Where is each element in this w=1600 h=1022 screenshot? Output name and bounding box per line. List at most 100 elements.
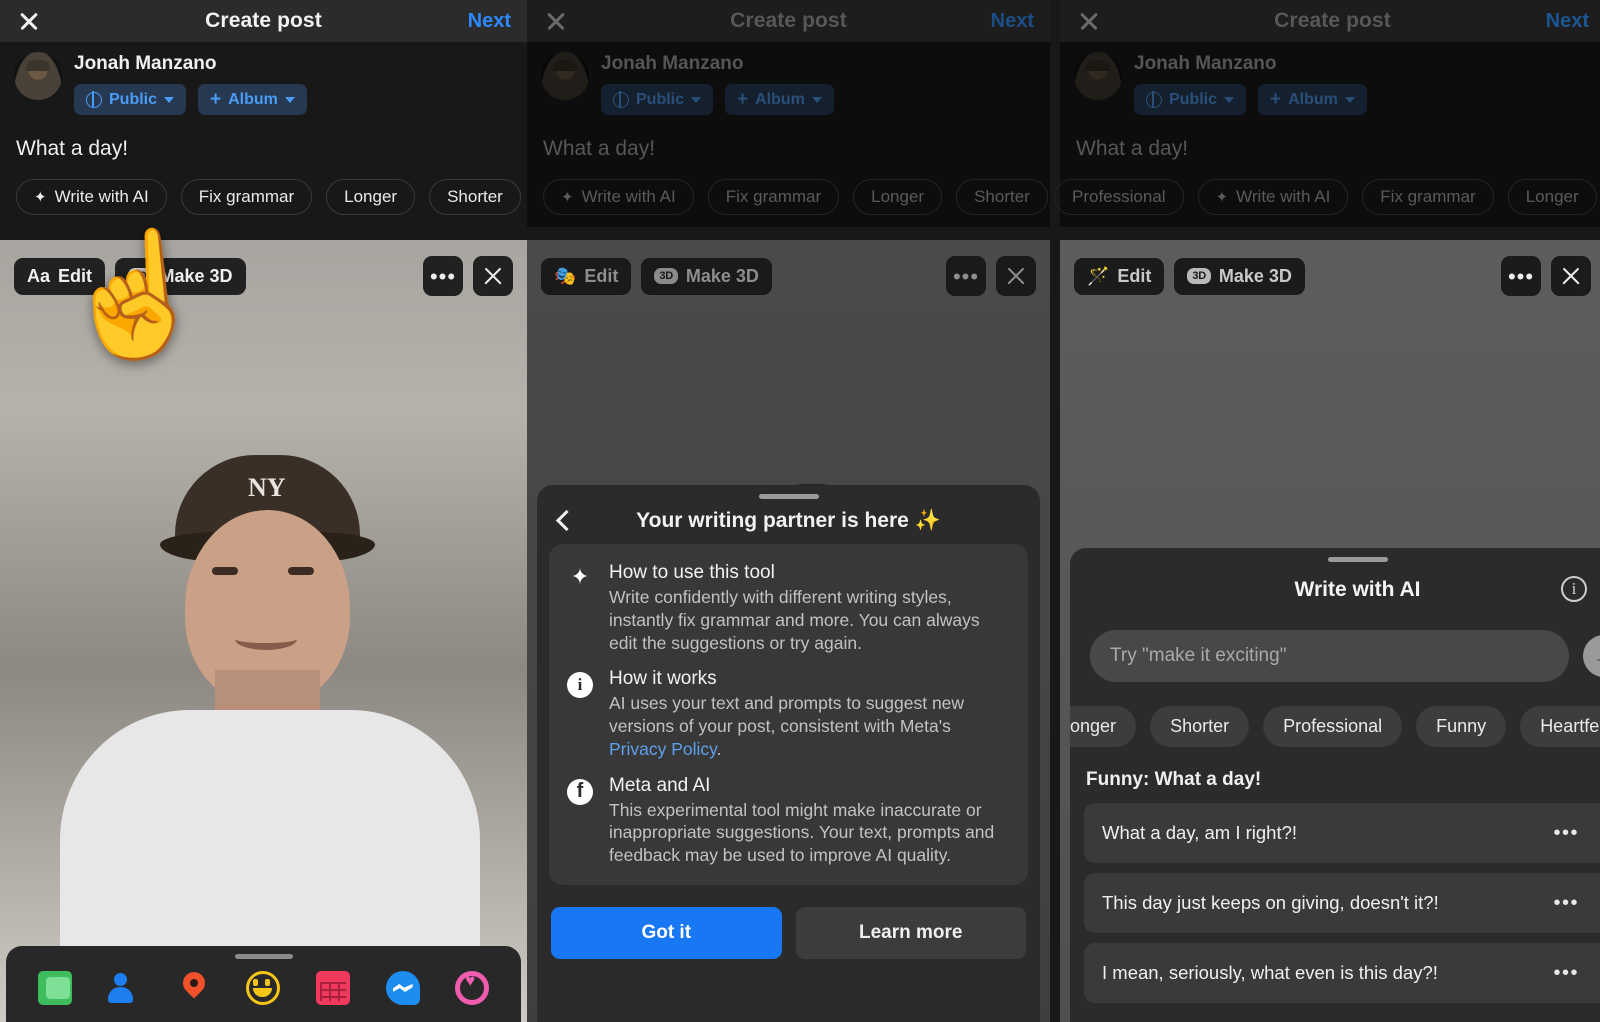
post-text[interactable]: What a day!	[1076, 137, 1591, 161]
info-body: AI uses your text and prompts to suggest…	[609, 692, 1012, 760]
photo-subject: NY	[0, 240, 527, 1022]
style-chip-funny[interactable]: Funny	[1416, 706, 1507, 747]
chip-longer[interactable]: Longer	[853, 179, 943, 215]
learn-more-button[interactable]: Learn more	[795, 906, 1026, 959]
chevron-down-icon	[1224, 96, 1235, 103]
make-3d-label: Make 3D	[1218, 265, 1292, 286]
ai-submit-button[interactable]: →	[1583, 635, 1600, 677]
next-button[interactable]: Next	[468, 10, 511, 33]
list-item[interactable]: I mean, seriously, what even is this day…	[1084, 943, 1600, 1003]
privacy-selector[interactable]: Public	[74, 84, 187, 115]
close-icon[interactable]	[1076, 8, 1102, 34]
magic-wand-icon: 🪄	[1087, 265, 1110, 286]
ellipsis-icon[interactable]: •••	[1553, 963, 1579, 983]
chip-label: Shorter	[447, 187, 503, 206]
ellipsis-icon[interactable]: •••	[1553, 893, 1579, 913]
globe-icon	[86, 90, 102, 108]
make-3d-label: Make 3D	[159, 265, 233, 286]
make-3d-button[interactable]: 3D Make 3D	[1174, 257, 1305, 295]
chip-label: Fix grammar	[725, 187, 822, 206]
album-selector[interactable]: + Album	[1258, 84, 1367, 115]
ai-chip-row[interactable]: ✦ Write with AI Fix grammar Longer Short…	[541, 161, 1048, 227]
chip-professional-partial[interactable]: Professional	[1054, 179, 1184, 215]
chip-label: Longer	[344, 187, 398, 206]
sparkles-icon: ✦	[561, 188, 574, 206]
close-icon[interactable]	[16, 8, 42, 34]
chip-longer[interactable]: Longer	[326, 179, 416, 215]
edit-button[interactable]: 🎭 Edit	[541, 257, 632, 295]
author-name: Jonah Manzano	[601, 53, 744, 74]
ai-prompt-input[interactable]	[1090, 630, 1569, 682]
privacy-selector[interactable]: Public	[1134, 84, 1247, 115]
drag-handle[interactable]	[234, 954, 293, 959]
close-icon[interactable]	[543, 8, 569, 34]
media-preview[interactable]: NY Aa Edit 3D Make 3D •••	[0, 240, 527, 1022]
chip-shorter[interactable]: Shorter	[956, 179, 1048, 215]
chip-write-with-ai[interactable]: ✦ Write with AI	[16, 179, 167, 215]
tag-people-icon[interactable]	[107, 971, 141, 1005]
info-heading: How to use this tool	[609, 562, 775, 583]
style-chip-heartfelt[interactable]: Heartfelt	[1520, 706, 1600, 747]
more-options-button[interactable]: •••	[1501, 256, 1541, 296]
info-circle-icon[interactable]: i	[1561, 576, 1587, 602]
ellipsis-icon: •••	[429, 263, 457, 289]
chip-fix-grammar[interactable]: Fix grammar	[180, 179, 313, 215]
album-selector[interactable]: + Album	[725, 84, 834, 115]
chip-label: Write with AI	[581, 187, 676, 206]
ai-chip-row[interactable]: Professional ✦ Write with AI Fix grammar…	[1052, 161, 1597, 227]
remove-media-button[interactable]	[996, 256, 1036, 296]
chip-write-with-ai[interactable]: ✦ Write with AI	[543, 179, 694, 215]
avatar[interactable]	[14, 52, 62, 100]
chip-shorter[interactable]: Shorter	[429, 179, 521, 215]
more-options-button[interactable]: •••	[946, 256, 986, 296]
post-text[interactable]: What a day!	[543, 137, 1036, 161]
remove-media-button[interactable]	[473, 256, 513, 296]
arrow-right-icon: →	[1593, 644, 1600, 668]
chip-fix-grammar[interactable]: Fix grammar	[1362, 179, 1494, 215]
post-text[interactable]: What a day!	[16, 137, 513, 161]
chip-fix-grammar[interactable]: Fix grammar	[707, 179, 840, 215]
back-chevron-icon[interactable]	[555, 509, 578, 532]
list-item[interactable]: This day just keeps on giving, doesn't i…	[1084, 873, 1600, 933]
messenger-icon[interactable]	[385, 971, 420, 1005]
feeling-icon[interactable]	[246, 971, 281, 1005]
next-button[interactable]: Next	[1546, 10, 1589, 33]
chevron-down-icon	[164, 96, 175, 103]
album-selector[interactable]: + Album	[198, 84, 307, 115]
privacy-policy-link[interactable]: Privacy Policy	[609, 739, 717, 759]
attachment-toolbar	[6, 946, 521, 1022]
got-it-button[interactable]: Got it	[551, 906, 782, 959]
chip-write-with-ai[interactable]: ✦ Write with AI	[1197, 179, 1349, 215]
audience-pills: Public + Album	[1134, 84, 1367, 115]
ellipsis-icon[interactable]: •••	[1553, 823, 1579, 843]
next-button[interactable]: Next	[991, 10, 1034, 33]
edit-button[interactable]: Aa Edit	[14, 257, 106, 295]
avatar[interactable]	[1074, 52, 1122, 100]
make-3d-label: Make 3D	[685, 265, 759, 286]
audience-pills: Public + Album	[74, 84, 307, 115]
chip-label: Professional	[1283, 716, 1383, 736]
style-chip-shorter[interactable]: Shorter	[1150, 706, 1250, 747]
edit-button[interactable]: 🪄 Edit	[1074, 257, 1165, 295]
make-3d-button[interactable]: 3D Make 3D	[115, 257, 246, 295]
life-event-icon[interactable]	[455, 971, 490, 1005]
ai-style-chip-row[interactable]: Longer Shorter Professional Funny Heartf…	[1070, 682, 1600, 747]
more-options-button[interactable]: •••	[423, 256, 463, 296]
info-heading: How it works	[609, 668, 717, 690]
edit-label: Edit	[1117, 265, 1152, 286]
style-chip-longer[interactable]: Longer	[1070, 706, 1137, 747]
media-preview[interactable]: 🎭 Edit 3D Make 3D ••• Your writing partn…	[527, 240, 1050, 1022]
sheet-actions: Got it Learn more	[537, 885, 1040, 979]
location-icon[interactable]	[177, 971, 211, 1005]
privacy-selector[interactable]: Public	[601, 84, 714, 115]
ai-chip-row[interactable]: ✦ Write with AI Fix grammar Longer Short…	[14, 161, 521, 227]
photo-icon[interactable]	[37, 971, 72, 1005]
avatar[interactable]	[541, 52, 589, 100]
background-icon[interactable]	[316, 971, 351, 1005]
chip-longer[interactable]: Longer	[1507, 179, 1597, 215]
remove-media-button[interactable]	[1551, 256, 1591, 296]
list-item[interactable]: What a day, am I right?! •••	[1084, 803, 1600, 863]
style-chip-professional[interactable]: Professional	[1263, 706, 1403, 747]
make-3d-button[interactable]: 3D Make 3D	[641, 257, 772, 295]
close-icon	[1560, 265, 1582, 287]
